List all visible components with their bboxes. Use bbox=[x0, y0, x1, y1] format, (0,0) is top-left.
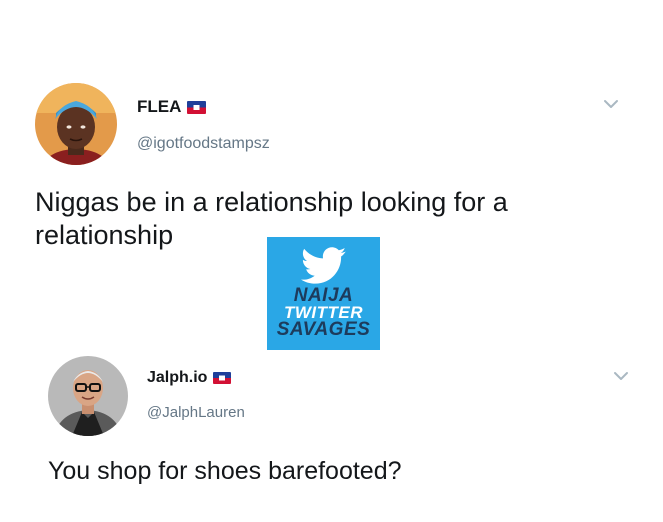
avatar-jalph[interactable] bbox=[48, 356, 128, 436]
tweet-text-line: You shop for shoes barefooted? bbox=[48, 457, 402, 485]
tweet-text: You shop for shoes barefooted? bbox=[48, 456, 402, 487]
tweet-jalph: Jalph.io @JalphLauren You shop for shoes… bbox=[0, 0, 663, 522]
haiti-flag-icon bbox=[213, 372, 232, 384]
user-handle[interactable]: @JalphLauren bbox=[147, 404, 245, 421]
display-name[interactable]: Jalph.io bbox=[147, 369, 207, 387]
name-row-jalph: Jalph.io bbox=[147, 368, 232, 388]
chevron-down-icon[interactable] bbox=[613, 369, 629, 381]
